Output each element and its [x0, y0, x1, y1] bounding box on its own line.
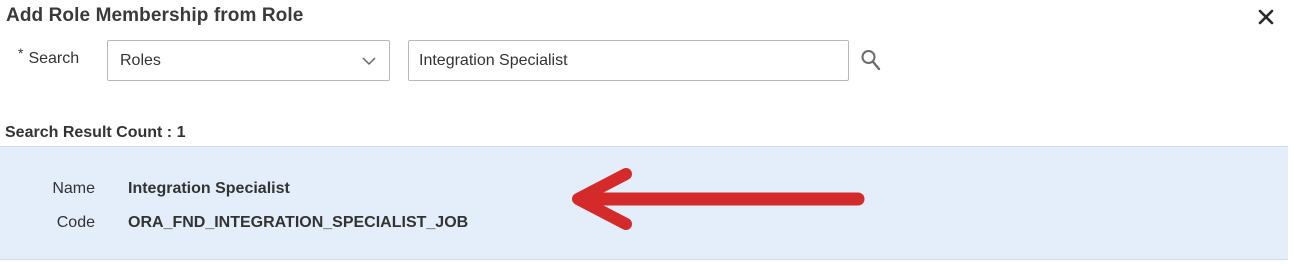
code-label: Code [56, 214, 95, 231]
search-label-text: Search [28, 50, 80, 67]
search-icon[interactable] [860, 47, 882, 75]
search-type-select[interactable]: Roles [107, 40, 390, 81]
chevron-down-icon [362, 57, 376, 66]
name-value: Integration Specialist [128, 180, 290, 197]
required-marker: * [18, 45, 24, 61]
search-input[interactable] [408, 40, 849, 81]
code-value: ORA_FND_INTEGRATION_SPECIALIST_JOB [128, 214, 469, 231]
search-label: * Search [18, 45, 80, 68]
dialog-title: Add Role Membership from Role [6, 5, 304, 26]
close-icon[interactable] [1254, 5, 1278, 29]
search-type-value: Roles [120, 52, 161, 69]
search-result-count: Search Result Count : 1 [5, 124, 186, 141]
name-label: Name [52, 180, 95, 197]
annotation-arrow [572, 168, 865, 230]
